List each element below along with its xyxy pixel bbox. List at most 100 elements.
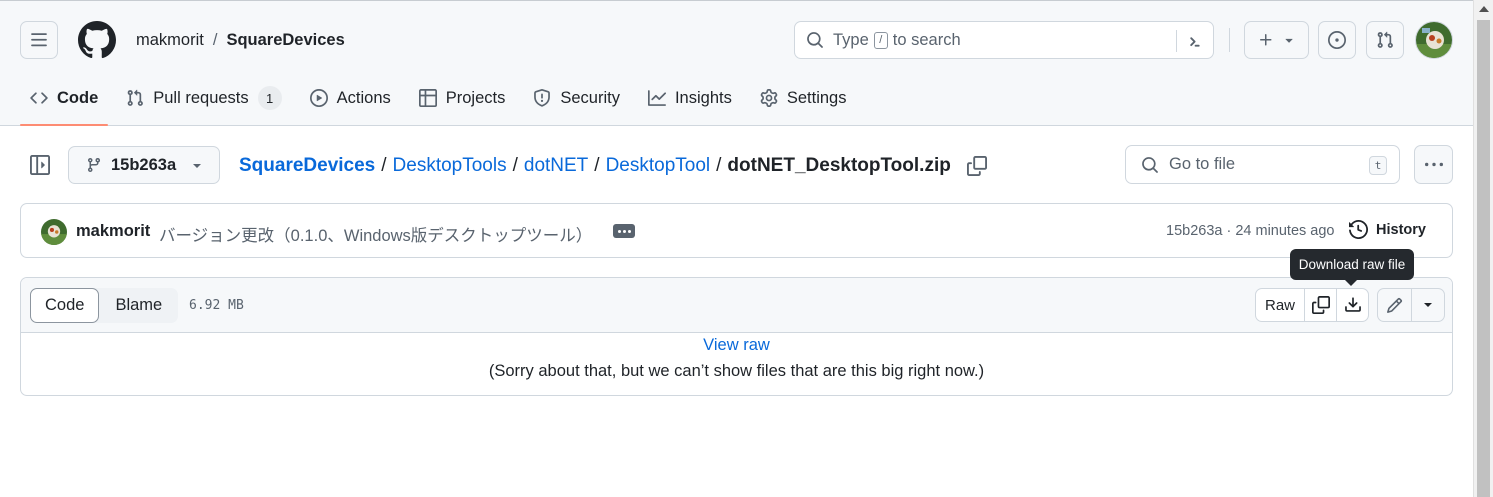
graph-icon (647, 90, 666, 106)
tab-projects-label: Projects (445, 88, 506, 107)
search-icon (807, 32, 823, 48)
caret-down-icon (1424, 303, 1432, 307)
search-placeholder-pre: Type (833, 30, 869, 49)
commit-meta[interactable]: 15b263a · 24 minutes ago (1166, 223, 1335, 239)
breadcrumb-separator: / (512, 155, 518, 176)
tab-insights[interactable]: Insights (638, 80, 742, 116)
edit-actions-group (1377, 288, 1445, 322)
download-tooltip: Download raw file (1290, 249, 1414, 286)
repo-header: makmorit / SquareDevices Type / to search (0, 0, 1473, 126)
go-to-file-input[interactable]: Go to file t (1125, 145, 1400, 184)
tab-settings-label: Settings (786, 88, 847, 107)
view-raw-link[interactable]: View raw (21, 336, 1452, 355)
repo-nav-tabs: Code Pull requests 1 Actions Projects Se… (20, 80, 864, 126)
top-border (0, 0, 1473, 1)
tab-pull-requests-label: Pull requests (153, 88, 249, 107)
raw-actions-group: Raw (1255, 288, 1369, 322)
table-icon (418, 89, 437, 107)
go-to-file-shortcut-key: t (1369, 156, 1387, 175)
copy-icon (1311, 296, 1330, 314)
edit-options-dropdown-button[interactable] (1411, 289, 1444, 321)
copy-raw-button[interactable] (1304, 289, 1336, 321)
raw-button[interactable]: Raw (1256, 289, 1304, 321)
code-view-button[interactable]: Code (30, 288, 100, 323)
more-options-button[interactable] (1414, 145, 1453, 184)
breadcrumb-dotnet-link[interactable]: dotNET (524, 154, 588, 178)
latest-commit-box: makmorit バージョン更改（0.1.0、Windows版デスクトップツール… (20, 203, 1453, 258)
tab-insights-label: Insights (674, 88, 732, 107)
commit-author-avatar[interactable] (41, 219, 67, 245)
issues-button[interactable] (1318, 21, 1356, 59)
hamburger-icon (31, 33, 47, 47)
pull-requests-button[interactable] (1366, 21, 1404, 59)
search-placeholder-post: to search (892, 30, 961, 49)
view-mode-segmented-control: Code Blame (30, 288, 179, 323)
tab-code[interactable]: Code (20, 80, 109, 126)
tab-actions-label: Actions (336, 88, 391, 107)
breadcrumb-repo-link[interactable]: SquareDevices (239, 154, 375, 178)
tab-settings[interactable]: Settings (750, 80, 857, 116)
scroll-up-arrow-icon[interactable] (1479, 6, 1489, 12)
context-separator: / (212, 31, 218, 49)
tab-code-label: Code (57, 88, 99, 107)
commit-expand-button[interactable] (613, 224, 635, 238)
pull-request-icon (127, 89, 144, 106)
scrollbar-thumb[interactable] (1477, 20, 1490, 497)
branch-selector-button[interactable]: 15b263a (68, 146, 220, 184)
avatar-image (41, 219, 67, 245)
caret-down-icon (193, 164, 201, 168)
plus-icon (1260, 34, 1272, 46)
file-tree-toggle-button[interactable] (27, 152, 53, 178)
history-icon (1349, 220, 1368, 239)
breadcrumb: SquareDevices / DesktopTools / dotNET / … (239, 154, 987, 178)
copy-path-button[interactable] (966, 156, 987, 176)
commit-author-link[interactable]: makmorit (76, 222, 150, 241)
user-avatar[interactable] (1415, 21, 1453, 59)
branch-name: 15b263a (111, 155, 177, 174)
file-size: 6.92 MB (189, 298, 244, 313)
file-too-big-notice: (Sorry about that, but we can’t show fil… (488, 362, 985, 380)
breadcrumb-desktoptool-link[interactable]: DesktopTool (606, 154, 711, 178)
kebab-horizontal-icon (1424, 162, 1443, 166)
header-divider (1229, 28, 1230, 52)
search-placeholder: Type / to search (833, 31, 961, 50)
tab-security[interactable]: Security (523, 80, 630, 116)
repo-context: makmorit / SquareDevices (136, 30, 345, 50)
tab-security-label: Security (560, 88, 620, 107)
file-viewer: Code Blame 6.92 MB Raw View raw (Sorry a… (20, 277, 1453, 396)
play-icon (309, 89, 328, 107)
current-file-name: dotNET_DesktopTool.zip (727, 155, 951, 176)
download-icon (1344, 297, 1361, 312)
pull-request-icon (1377, 31, 1393, 48)
chevron-down-icon (1285, 38, 1293, 43)
blame-view-button[interactable]: Blame (99, 288, 178, 323)
copy-icon (966, 156, 987, 176)
commit-message-link[interactable]: バージョン更改（0.1.0、Windows版デスクトップツール） (159, 222, 592, 246)
command-palette-icon[interactable] (1184, 31, 1204, 51)
github-logo-icon[interactable] (78, 21, 116, 59)
breadcrumb-separator: / (381, 155, 387, 176)
gear-icon (760, 89, 778, 107)
owner-link[interactable]: makmorit (136, 31, 204, 49)
sidebar-expand-icon (30, 155, 50, 175)
shield-icon (534, 89, 551, 107)
git-branch-icon (87, 158, 100, 173)
search-icon (1142, 156, 1158, 173)
search-input[interactable]: Type / to search (794, 21, 1214, 59)
breadcrumb-separator: / (594, 155, 600, 176)
menu-button[interactable] (20, 21, 58, 59)
tab-projects[interactable]: Projects (409, 80, 516, 116)
search-shortcut-key: / (873, 31, 888, 49)
history-label: History (1376, 221, 1426, 238)
tab-actions[interactable]: Actions (300, 80, 401, 116)
vertical-scrollbar[interactable] (1473, 0, 1493, 497)
history-button[interactable]: History (1349, 220, 1426, 239)
tab-pull-requests[interactable]: Pull requests 1 (116, 80, 291, 116)
search-divider (1176, 30, 1177, 52)
download-raw-button[interactable] (1336, 289, 1368, 321)
edit-file-button[interactable] (1378, 289, 1411, 321)
breadcrumb-desktoptools-link[interactable]: DesktopTools (393, 154, 507, 178)
avatar-image (1416, 22, 1452, 58)
repo-link[interactable]: SquareDevices (226, 31, 344, 49)
create-new-button[interactable] (1244, 21, 1309, 59)
